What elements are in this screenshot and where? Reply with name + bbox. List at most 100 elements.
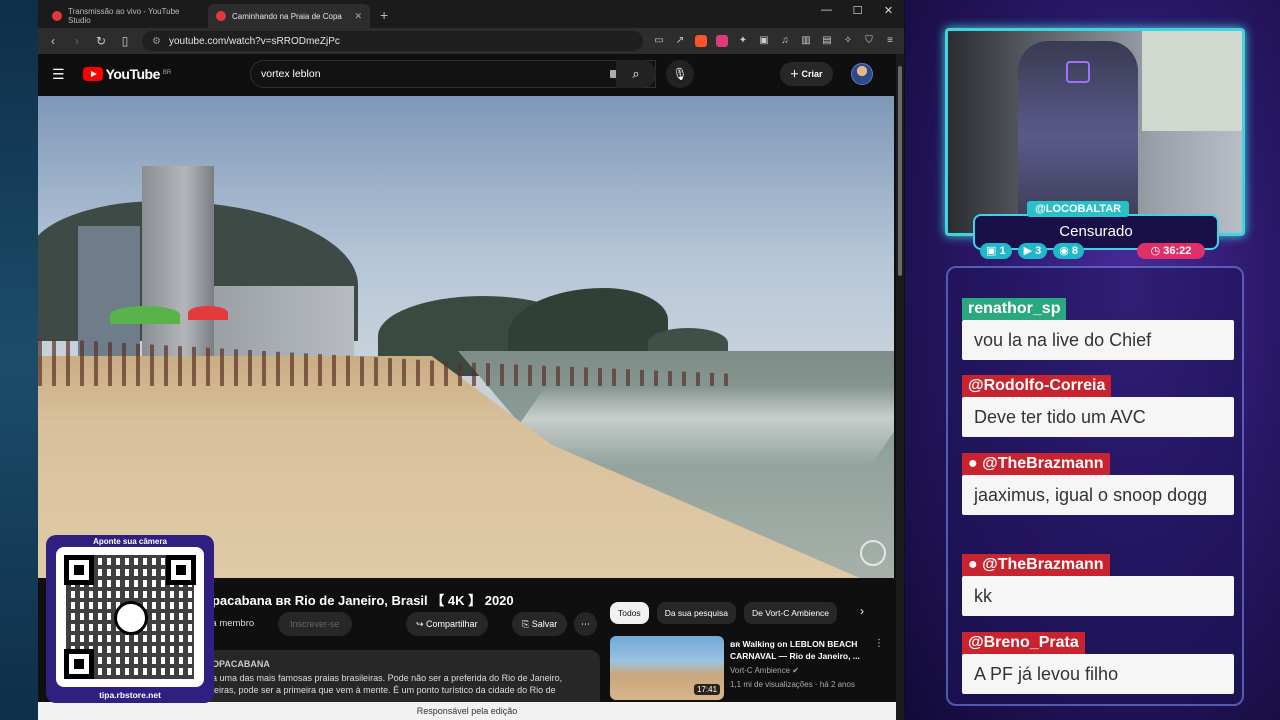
url-field[interactable]: ⚙ youtube.com/watch?v=sRRODmeZjPc [142,31,643,51]
create-label: Criar [801,69,823,79]
qr-caption-bottom: tipa.rbstore.net [99,690,161,700]
uptime-timer: ◷ 36:22 [1137,243,1205,259]
microphone-icon [114,601,148,635]
chat-username: ● @TheBrazmann [962,554,1110,576]
youtube-header: ☰ YouTube BR vortex leblon ✕ ⌕ 🎙 ＋ Criar [38,54,896,94]
avatar[interactable] [851,63,873,85]
save-label: Salvar [531,619,558,629]
more-actions-button[interactable]: ⋯ [574,612,597,636]
recommended-channel: Vort-C Ambience ✔ [730,666,799,675]
search-icon: ⌕ [632,66,640,81]
chip-da-sua-pesquisa[interactable]: Da sua pesquisa [656,602,737,624]
chevron-right-icon[interactable]: › [860,604,864,618]
chat-message: ● @TheBrazmann kk [962,554,1234,616]
leo-icon[interactable]: ✧ [842,35,854,47]
share-label: Compartilhar [426,619,478,629]
country-code: BR [162,70,172,76]
stream-stats: ▣ 1 ▶ 3 ◉ 8 ◷ 36:22 [980,243,1205,259]
tab-youtube-studio[interactable]: Transmissão ao vivo - YouTube Studio [44,4,206,28]
qr-caption-top: Aponte sua câmera [93,537,167,546]
status-bar: Responsável pela edição [38,702,896,720]
chip-todos[interactable]: Todos [610,602,649,624]
voice-search-button[interactable]: 🎙 [666,60,694,88]
chip-de-vortc[interactable]: De Vort-C Ambience [744,602,838,624]
description-channel: OPACABANA [212,659,270,669]
extensions-icon[interactable]: ✦ [737,35,749,47]
channel-watermark-icon[interactable] [860,540,886,566]
close-window-button[interactable]: ✕ [873,4,904,17]
qr-code [56,547,204,687]
cast-icon[interactable]: ▭ [653,35,665,47]
share-button[interactable]: ↪ Compartilhar [406,612,488,636]
bookmark-icon[interactable]: ▯ [118,34,132,48]
youtube-viewers: ▶ 3 [1017,243,1048,259]
maximize-button[interactable]: ☐ [842,4,873,17]
more-vert-icon[interactable]: ⋮ [874,638,884,649]
tab-title: Transmissão ao vivo - YouTube Studio [68,7,180,25]
search-input[interactable]: vortex leblon ✕ [250,60,656,88]
streamer-handle: @LOCOBALTAR [1027,201,1130,217]
logo-text: YouTube [105,66,161,82]
video-player[interactable] [38,96,894,578]
chat-username: @Breno_Prata [962,632,1085,654]
chat-username: ● @TheBrazmann [962,453,1110,475]
site-info-icon[interactable]: ⚙ [152,36,161,47]
youtube-play-icon [82,67,103,81]
tab-bar: Transmissão ao vivo - YouTube Studio Cam… [38,0,904,28]
chat-text: kk [962,576,1234,616]
url-text: youtube.com/watch?v=sRRODmeZjPc [168,35,340,47]
scrollbar[interactable] [896,54,904,720]
chat-message: @Breno_Prata A PF já levou filho [962,632,1234,694]
chat-message: ● @TheBrazmann jaaximus, igual o snoop d… [962,453,1234,515]
search-value: vortex leblon [261,68,321,80]
sidebar-icon[interactable]: ▥ [800,35,812,47]
address-bar: ‹ › ↻ ▯ ⚙ youtube.com/watch?v=sRRODmeZjP… [38,28,904,54]
description-line: leiras, pode ser a primeira que vem à me… [212,685,556,695]
forward-icon[interactable]: › [70,34,84,48]
hamburger-menu-icon[interactable]: ☰ [52,66,65,83]
recommended-meta: 1,1 mi de visualizações · há 2 anos [730,680,855,689]
recommendation-chips: Todos Da sua pesquisa De Vort-C Ambience [610,602,838,624]
tab-copacabana[interactable]: Caminhando na Praia de Copacabana ✕ [208,4,370,28]
back-icon[interactable]: ‹ [46,34,60,48]
chat-text: A PF já levou filho [962,654,1234,694]
left-background [0,0,38,720]
video-title: opacabana ʙʀ Rio de Janeiro, Brasil 【 4K… [204,593,514,608]
chair-logo-icon [1066,61,1090,83]
chat-text: vou la na live do Chief [962,320,1234,360]
twitch-viewers: ▣ 1 [980,243,1012,259]
save-button[interactable]: ⎘ Salvar [512,612,568,636]
vpn-icon[interactable]: ⛉ [863,35,875,47]
chat-text: jaaximus, igual o snoop dogg [962,475,1234,515]
youtube-logo[interactable]: YouTube BR [82,66,172,82]
close-tab-icon[interactable]: ✕ [354,11,362,22]
chat-message: renathor_sp vou la na live do Chief [962,298,1234,360]
tab-title: Caminhando na Praia de Copacabana [232,11,342,21]
description-line: a uma das mais famosas praias brasileira… [212,673,563,683]
kick-viewers: ◉ 8 [1053,243,1084,259]
recommended-title[interactable]: ʙʀ Walking on LEBLON BEACH CARNAVAL — Ri… [730,638,870,662]
qr-overlay: Aponte sua câmera tipa.rbstore.net [46,535,214,703]
brave-rewards-icon[interactable] [716,35,728,47]
create-button[interactable]: ＋ Criar [780,62,833,86]
youtube-icon [216,11,226,21]
chat-panel: renathor_sp vou la na live do Chief @Rod… [946,266,1244,706]
video-duration: 17:41 [694,684,721,695]
chat-username: @Rodolfo-Correia [962,375,1112,397]
subscribe-button[interactable]: Inscrever-se [278,612,352,636]
minimize-button[interactable]: — [811,4,842,17]
mic-icon: 🎙 [672,67,688,81]
menu-icon[interactable]: ≡ [884,35,896,47]
wallet-icon[interactable]: ▤ [821,35,833,47]
screenshot-icon[interactable]: ▣ [758,35,770,47]
chat-text: Deve ter tido um AVC [962,397,1234,437]
youtube-studio-icon [52,11,62,21]
share-icon[interactable]: ↗ [674,35,686,47]
search-button[interactable]: ⌕ [616,60,656,88]
chat-message: @Rodolfo-Correia Deve ter tido um AVC [962,375,1234,437]
reload-icon[interactable]: ↻ [94,34,108,48]
brave-shields-icon[interactable] [695,35,707,47]
chat-username: renathor_sp [962,298,1067,320]
music-icon[interactable]: ♫ [779,35,791,47]
new-tab-button[interactable]: + [372,4,396,28]
